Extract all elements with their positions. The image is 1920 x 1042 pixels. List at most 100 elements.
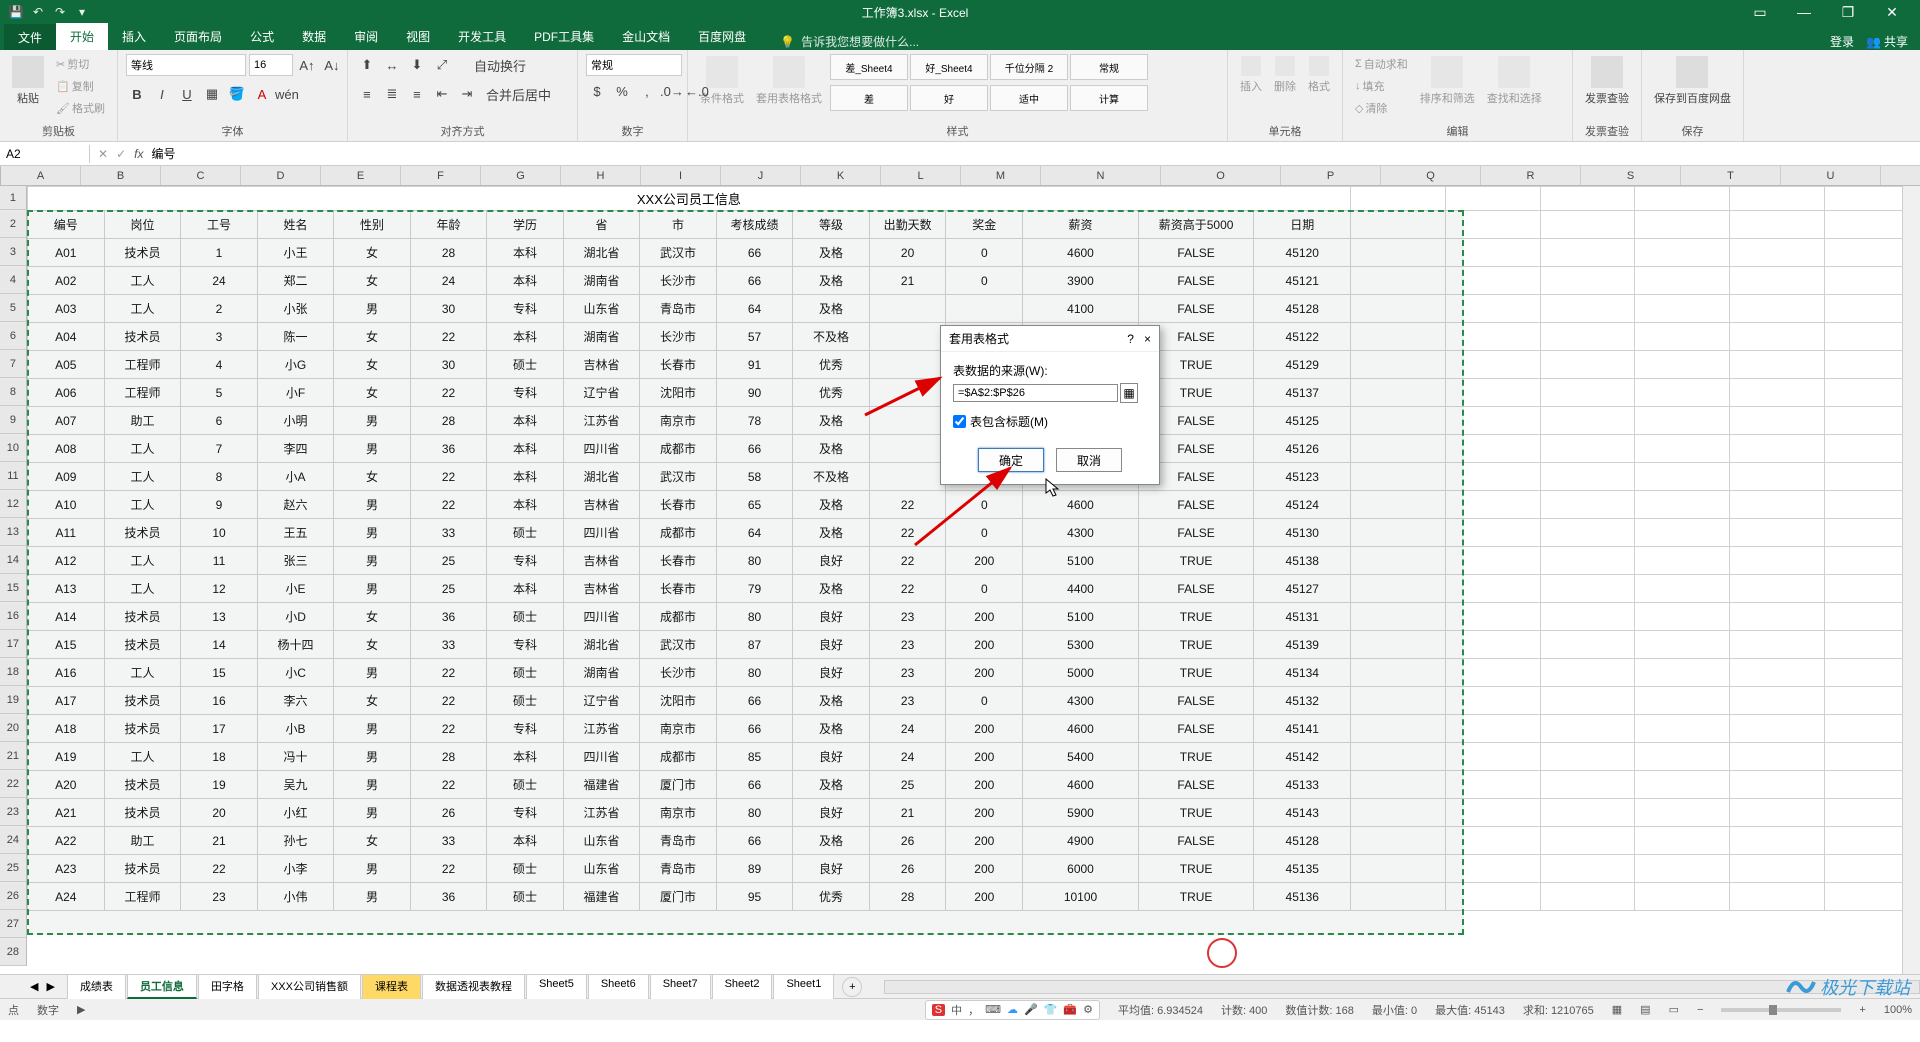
data-cell[interactable]: 45121 bbox=[1254, 267, 1351, 295]
data-cell[interactable]: 200 bbox=[946, 659, 1023, 687]
data-cell[interactable]: FALSE bbox=[1138, 239, 1254, 267]
data-cell[interactable]: 男 bbox=[334, 575, 410, 603]
data-cell[interactable]: 专科 bbox=[487, 799, 563, 827]
data-cell[interactable]: 技术员 bbox=[104, 603, 180, 631]
data-cell[interactable]: FALSE bbox=[1138, 519, 1254, 547]
data-cell[interactable]: 硕士 bbox=[487, 883, 563, 911]
sheet-nav-next-icon[interactable]: ▶ bbox=[46, 980, 54, 993]
border-icon[interactable]: ▦ bbox=[201, 83, 223, 105]
data-cell[interactable]: A02 bbox=[27, 267, 104, 295]
data-cell[interactable]: 45126 bbox=[1254, 435, 1351, 463]
data-cell[interactable]: 郑二 bbox=[257, 267, 333, 295]
formula-input[interactable]: 编号 bbox=[151, 145, 175, 162]
data-cell[interactable]: 小王 bbox=[257, 239, 333, 267]
data-cell[interactable]: 36 bbox=[410, 435, 487, 463]
data-cell[interactable]: 沈阳市 bbox=[640, 687, 716, 715]
data-cell[interactable]: 助工 bbox=[104, 407, 180, 435]
data-cell[interactable]: 3900 bbox=[1023, 267, 1139, 295]
data-cell[interactable] bbox=[869, 295, 946, 323]
data-cell[interactable]: 79 bbox=[716, 575, 793, 603]
row-header[interactable]: 9 bbox=[0, 406, 26, 434]
data-cell[interactable]: 0 bbox=[946, 267, 1023, 295]
data-cell[interactable]: 良好 bbox=[793, 743, 869, 771]
data-cell[interactable]: 0 bbox=[946, 491, 1023, 519]
table-header-cell[interactable]: 编号 bbox=[27, 211, 104, 239]
data-cell[interactable]: 技术员 bbox=[104, 715, 180, 743]
data-cell[interactable]: 5100 bbox=[1023, 547, 1139, 575]
data-cell[interactable]: A15 bbox=[27, 631, 104, 659]
data-cell[interactable]: 26 bbox=[410, 799, 487, 827]
sheet-tab[interactable]: 员工信息 bbox=[127, 974, 197, 999]
fx-icon[interactable]: fx bbox=[134, 147, 143, 161]
data-cell[interactable]: 66 bbox=[716, 715, 793, 743]
row-header[interactable]: 7 bbox=[0, 350, 26, 378]
row-header[interactable]: 23 bbox=[0, 798, 26, 826]
data-cell[interactable]: 辽宁省 bbox=[563, 379, 639, 407]
data-cell[interactable]: 21 bbox=[181, 827, 258, 855]
data-cell[interactable]: 小G bbox=[257, 351, 333, 379]
data-cell[interactable]: 20 bbox=[869, 239, 946, 267]
data-cell[interactable]: 技术员 bbox=[104, 239, 180, 267]
data-cell[interactable]: 200 bbox=[946, 631, 1023, 659]
name-box[interactable]: A2 bbox=[0, 145, 90, 163]
tab-developer[interactable]: 开发工具 bbox=[444, 23, 520, 50]
row-header[interactable]: 13 bbox=[0, 518, 26, 546]
data-cell[interactable]: 女 bbox=[334, 351, 410, 379]
data-cell[interactable]: FALSE bbox=[1138, 687, 1254, 715]
data-cell[interactable]: 45127 bbox=[1254, 575, 1351, 603]
data-cell[interactable]: 45125 bbox=[1254, 407, 1351, 435]
data-cell[interactable]: 45128 bbox=[1254, 827, 1351, 855]
data-cell[interactable]: 57 bbox=[716, 323, 793, 351]
data-cell[interactable]: 23 bbox=[869, 631, 946, 659]
data-cell[interactable]: 45124 bbox=[1254, 491, 1351, 519]
data-cell[interactable]: 66 bbox=[716, 435, 793, 463]
delete-cells-button[interactable]: 删除 bbox=[1270, 54, 1300, 96]
data-cell[interactable]: 武汉市 bbox=[640, 239, 716, 267]
data-cell[interactable]: A23 bbox=[27, 855, 104, 883]
data-cell[interactable]: 工程师 bbox=[104, 351, 180, 379]
row-header[interactable]: 27 bbox=[0, 910, 26, 938]
data-cell[interactable]: 80 bbox=[716, 603, 793, 631]
data-cell[interactable]: 小张 bbox=[257, 295, 333, 323]
row-header[interactable]: 10 bbox=[0, 434, 26, 462]
data-cell[interactable]: 男 bbox=[334, 295, 410, 323]
data-cell[interactable]: TRUE bbox=[1138, 883, 1254, 911]
add-sheet-button[interactable]: + bbox=[842, 977, 862, 997]
data-cell[interactable]: 本科 bbox=[487, 463, 563, 491]
data-cell[interactable]: 男 bbox=[334, 435, 410, 463]
data-cell[interactable]: 22 bbox=[410, 659, 487, 687]
column-header[interactable]: R bbox=[1481, 166, 1581, 185]
data-cell[interactable]: 李六 bbox=[257, 687, 333, 715]
restore-icon[interactable]: ❐ bbox=[1828, 2, 1868, 22]
table-header-cell[interactable]: 省 bbox=[563, 211, 639, 239]
data-cell[interactable]: 厦门市 bbox=[640, 771, 716, 799]
data-cell[interactable]: 四川省 bbox=[563, 603, 639, 631]
format-painter-button[interactable]: 🖌格式刷 bbox=[52, 98, 109, 118]
data-cell[interactable]: 5900 bbox=[1023, 799, 1139, 827]
data-cell[interactable]: 80 bbox=[716, 659, 793, 687]
data-cell[interactable]: 26 bbox=[869, 855, 946, 883]
cut-button[interactable]: ✂剪切 bbox=[52, 54, 109, 74]
data-cell[interactable]: 工人 bbox=[104, 267, 180, 295]
data-cell[interactable]: 女 bbox=[334, 379, 410, 407]
data-cell[interactable]: 小伟 bbox=[257, 883, 333, 911]
data-cell[interactable]: 11 bbox=[181, 547, 258, 575]
data-cell[interactable]: 4600 bbox=[1023, 239, 1139, 267]
row-header[interactable]: 6 bbox=[0, 322, 26, 350]
decrease-indent-icon[interactable]: ⇤ bbox=[431, 83, 453, 105]
data-cell[interactable]: 及格 bbox=[793, 239, 869, 267]
data-cell[interactable]: TRUE bbox=[1138, 743, 1254, 771]
data-cell[interactable]: 硕士 bbox=[487, 855, 563, 883]
data-cell[interactable]: 本科 bbox=[487, 323, 563, 351]
data-cell[interactable]: 杨十四 bbox=[257, 631, 333, 659]
redo-icon[interactable]: ↷ bbox=[52, 4, 68, 20]
save-icon[interactable]: 💾 bbox=[8, 4, 24, 20]
row-header[interactable]: 17 bbox=[0, 630, 26, 658]
data-cell[interactable]: 女 bbox=[334, 631, 410, 659]
data-cell[interactable]: 专科 bbox=[487, 547, 563, 575]
align-right-icon[interactable]: ≡ bbox=[406, 83, 428, 105]
data-cell[interactable]: 5400 bbox=[1023, 743, 1139, 771]
data-cell[interactable]: 工人 bbox=[104, 463, 180, 491]
data-cell[interactable] bbox=[869, 435, 946, 463]
login-link[interactable]: 登录 bbox=[1830, 33, 1854, 50]
